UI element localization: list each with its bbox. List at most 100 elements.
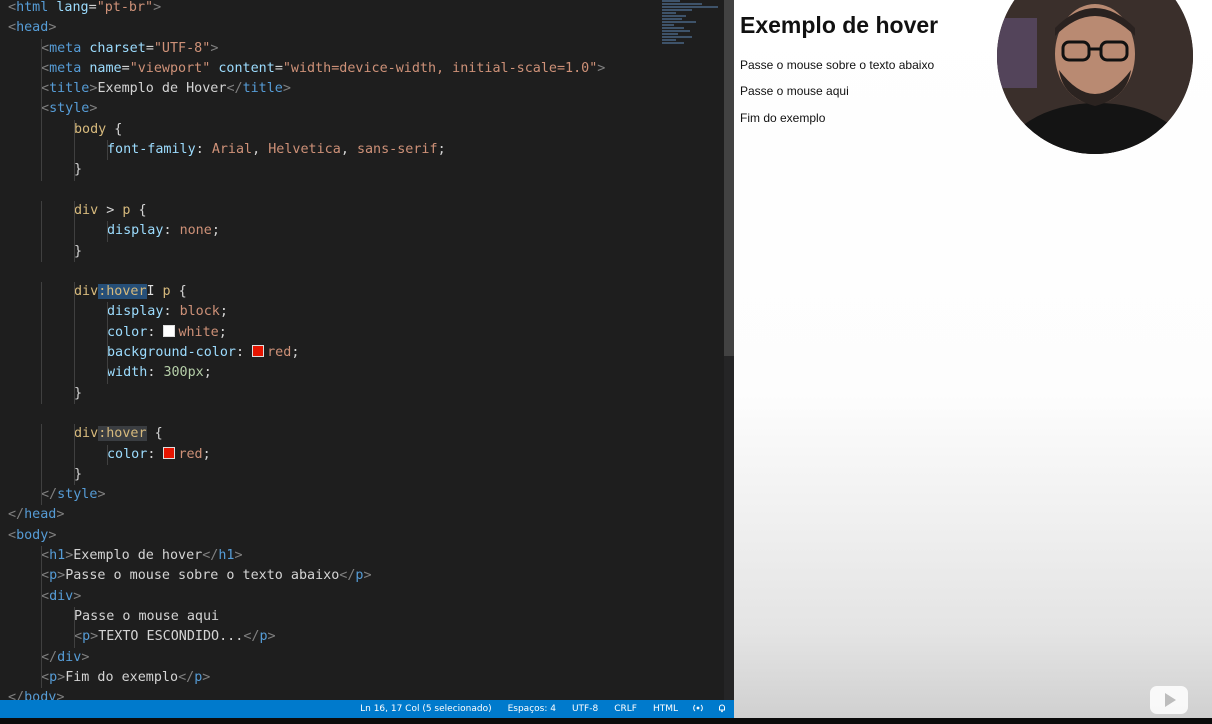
code-line[interactable] [0,404,660,424]
code-line[interactable]: </div> [0,647,660,668]
scrollbar-thumb[interactable] [724,0,734,356]
minimap[interactable] [662,0,724,60]
code-line[interactable] [0,181,660,201]
broadcast-icon[interactable] [686,703,710,716]
code-line[interactable]: display: none; [0,221,660,242]
code-line[interactable]: </head> [0,505,660,525]
code-token: > [90,629,99,645]
indent-guide [74,200,75,222]
indent-guide [41,38,42,59]
code-token: > [73,588,82,604]
preview-paragraph-intro: Passe o mouse sobre o texto abaixo [740,58,935,72]
bottom-strip [0,718,1212,724]
code-line[interactable]: body { [0,119,660,141]
code-token: : [147,365,164,381]
code-token: name [89,60,122,76]
code-token: < [41,40,50,56]
code-line[interactable]: <p>TEXTO ESCONDIDO...</p> [0,627,660,648]
code-token: head [24,507,57,523]
code-line[interactable]: <meta charset="UTF-8"> [0,38,660,59]
selected-text: :hover [98,284,147,300]
status-language[interactable]: HTML [645,704,686,714]
code-line[interactable]: <p>Passe o mouse sobre o texto abaixo</p… [0,566,660,587]
code-token: red [267,345,292,361]
code-token: > [89,101,98,117]
status-line-ending[interactable]: CRLF [606,704,645,714]
code-line[interactable]: <title>Exemplo de Hover</title> [0,79,660,100]
code-line[interactable]: div:hoverI p { [0,282,660,303]
code-token: display [107,304,164,320]
indent-guide [74,241,75,262]
code-token: { [146,426,163,442]
code-token: { [130,202,147,218]
code-line[interactable]: display: block; [0,302,660,323]
code-line[interactable]: } [0,464,660,486]
color-swatch[interactable] [252,345,265,358]
code-token: html [16,0,49,15]
code-line[interactable]: </style> [0,485,660,506]
indent-guide [74,424,75,445]
code-line[interactable]: div > p { [0,200,660,222]
code-token: title [49,81,90,97]
code-line[interactable]: } [0,241,660,262]
indent-guide [41,160,42,181]
code-line[interactable]: <html lang="pt-br"> [0,0,660,18]
code-line[interactable]: <div> [0,586,660,607]
code-token: < [41,548,50,564]
indent-guide [41,140,42,161]
code-token: < [41,60,50,76]
status-indentation[interactable]: Espaços: 4 [500,704,564,714]
code-line[interactable] [0,262,660,282]
bell-icon[interactable] [710,703,734,716]
code-token: red [178,446,203,462]
indent-guide [41,322,42,344]
code-line[interactable]: <body> [0,526,660,546]
code-editor[interactable]: <html lang="pt-br"> <head> <meta charset="… [0,0,734,702]
code-token: </ [8,507,25,523]
code-line[interactable]: div:hover { [0,424,660,445]
code-line[interactable]: <p>Fim do exemplo</p> [0,667,660,689]
indent-guide [74,322,75,344]
indent-guide [107,221,108,242]
code-line[interactable]: width: 300px; [0,363,660,384]
code-line[interactable]: } [0,383,660,404]
indent-guide [74,444,75,465]
code-token: > [363,568,372,584]
indent-guide [74,464,75,486]
code-token: > [98,202,123,218]
code-line[interactable]: color: red; [0,444,660,465]
code-token: > [153,0,162,15]
code-token: ; [202,446,211,462]
code-line[interactable]: <head> [0,18,660,38]
code-token: font-family [107,142,196,158]
color-swatch[interactable] [163,324,176,337]
code-line[interactable]: background-color: red; [0,343,660,364]
indent-guide [41,424,42,445]
preview-hover-div[interactable]: Passe o mouse aqui [740,84,849,98]
vertical-scrollbar[interactable] [724,0,734,702]
code-token: </ [226,81,243,97]
code-token: > [81,649,90,665]
code-token: TEXTO ESCONDIDO... [98,629,244,645]
code-token: > [97,487,106,503]
code-line[interactable]: color: white; [0,322,660,344]
play-button[interactable] [1150,686,1188,714]
code-line[interactable]: <h1>Exemplo de hover</h1> [0,546,660,567]
status-cursor-position[interactable]: Ln 16, 17 Col (5 selecionado) [352,704,499,714]
code-line[interactable]: <meta name="viewport" content="width=dev… [0,58,660,80]
code-area[interactable]: <html lang="pt-br"> <head> <meta charset="… [0,0,660,702]
status-encoding[interactable]: UTF-8 [564,704,606,714]
indent-guide [74,119,75,141]
code-token: width [107,365,148,381]
color-swatch[interactable] [163,446,176,459]
code-token: </ [41,649,58,665]
code-token: Arial [211,142,253,158]
code-line[interactable]: Passe o mouse aqui [0,606,660,628]
code-line[interactable]: <style> [0,99,660,120]
indent-guide [74,606,75,628]
code-token: < [8,0,17,15]
indent-guide [41,383,42,404]
code-token: ; [211,223,220,239]
code-line[interactable]: font-family: Arial, Helvetica, sans-seri… [0,140,660,161]
code-line[interactable]: } [0,160,660,181]
